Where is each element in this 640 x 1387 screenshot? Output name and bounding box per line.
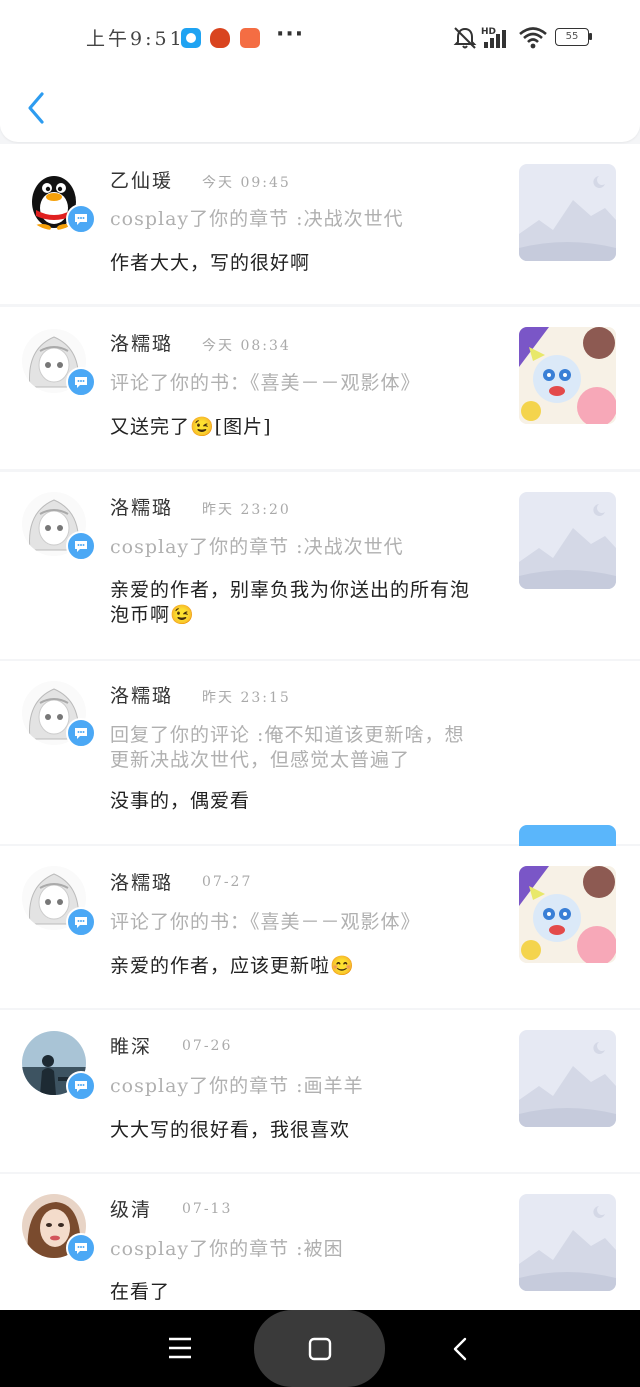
action-text: cosplay了你的章节 :决战次世代 — [110, 208, 404, 230]
list-item[interactable]: 乙仙瑗 今天 09:45 cosplay了你的章节 :决战次世代 作者大大，写的… — [0, 144, 640, 304]
action-text: cosplay了你的章节 :画羊羊 — [110, 1075, 364, 1097]
username[interactable]: 乙仙瑗 — [110, 166, 173, 193]
action-text: 回复了你的评论 :俺不知道该更新啥，想更新决战次世代，但感觉太普遍了 — [110, 724, 465, 771]
comment-badge-icon — [66, 718, 96, 748]
timestamp: 昨天 23:20 — [202, 502, 291, 518]
comment-text: 作者大大，写的很好啊 — [110, 252, 311, 274]
menu-nav-button[interactable] — [167, 1336, 193, 1360]
signal-hd-icon: HD — [481, 27, 506, 48]
comment-text: 亲爱的作者，应该更新啦😊 — [110, 955, 355, 977]
back-button[interactable] — [22, 88, 52, 128]
mountain-placeholder-icon — [519, 504, 616, 589]
comment-text: 亲爱的作者，别辜负我为你送出的所有泡泡币啊😉 — [110, 579, 471, 626]
list-item[interactable]: 洛糯璐 今天 08:34 评论了你的书：《喜美－－观影体》 又送完了😉[图片] — [0, 307, 640, 469]
back-nav-button[interactable] — [451, 1336, 469, 1362]
mountain-placeholder-icon — [519, 1206, 616, 1291]
mountain-placeholder-icon — [519, 1042, 616, 1127]
home-nav-button[interactable] — [254, 1310, 385, 1387]
comment-text: 没事的，偶爱看 — [110, 790, 251, 812]
thumbnail-placeholder[interactable] — [519, 164, 616, 261]
mute-bell-icon — [453, 27, 477, 49]
thumbnail-placeholder[interactable] — [519, 492, 616, 589]
timestamp: 今天 09:45 — [202, 175, 291, 191]
battery-icon: 55 — [555, 28, 592, 46]
list-item[interactable]: 级清 07-13 cosplay了你的章节 :被困 在看了 — [0, 1174, 640, 1310]
timestamp: 07-13 — [182, 1201, 233, 1217]
timestamp: 07-26 — [182, 1038, 233, 1054]
username[interactable]: 洛糯璐 — [110, 493, 173, 520]
username[interactable]: 洛糯璐 — [110, 868, 173, 895]
mountain-placeholder-icon — [519, 176, 616, 261]
comment-badge-icon — [66, 367, 96, 397]
comment-text: 在看了 — [110, 1281, 171, 1303]
cartoon-sheep-thumbnail — [519, 866, 616, 963]
timestamp: 今天 08:34 — [202, 338, 291, 354]
comment-badge-icon — [66, 531, 96, 561]
list-item[interactable]: 洛糯璐 昨天 23:15 回复了你的评论 :俺不知道该更新啥，想更新决战次世代，… — [0, 661, 640, 922]
action-text: cosplay了你的章节 :决战次世代 — [110, 536, 404, 558]
username[interactable]: 睢深 — [110, 1032, 152, 1059]
action-text: cosplay了你的章节 :被困 — [110, 1238, 344, 1260]
thumbnail-placeholder[interactable] — [519, 1030, 616, 1127]
bag-app-icon — [240, 28, 260, 48]
thumbnail-image[interactable] — [519, 327, 616, 424]
qq-app-icon — [181, 28, 201, 48]
thumbnail-placeholder[interactable] — [519, 1194, 616, 1291]
header-card: 上午9:51 ··· HD 55 — [0, 0, 640, 142]
home-square-icon — [308, 1337, 332, 1361]
list-item[interactable]: 洛糯璐 07-27 评论了你的书：《喜美－－观影体》 亲爱的作者，应该更新啦😊 — [0, 846, 640, 1008]
more-notifications-icon: ··· — [276, 22, 305, 47]
battery-level: 55 — [565, 31, 579, 42]
username[interactable]: 洛糯璐 — [110, 681, 173, 708]
cartoon-sheep-thumbnail — [519, 327, 616, 424]
wifi-icon — [519, 27, 547, 49]
system-nav-bar — [0, 1310, 640, 1387]
action-text: 评论了你的书：《喜美－－观影体》 — [110, 911, 421, 933]
list-item[interactable]: 睢深 07-26 cosplay了你的章节 :画羊羊 大大写的很好看，我很喜欢 — [0, 1010, 640, 1172]
action-text: 评论了你的书：《喜美－－观影体》 — [110, 372, 421, 394]
comment-text: 大大写的很好看，我很喜欢 — [110, 1119, 351, 1141]
comment-badge-icon — [66, 1071, 96, 1101]
status-time: 上午9:51 — [86, 28, 185, 50]
username[interactable]: 级清 — [110, 1195, 152, 1222]
svg-text:HD: HD — [481, 27, 496, 37]
comment-badge-icon — [66, 204, 96, 234]
timestamp: 昨天 23:15 — [202, 690, 291, 706]
comment-text: 又送完了😉[图片] — [110, 416, 272, 438]
pot-app-icon — [210, 28, 230, 48]
thumbnail-image[interactable] — [519, 866, 616, 963]
username[interactable]: 洛糯璐 — [110, 329, 173, 356]
timestamp: 07-27 — [202, 874, 253, 890]
comment-badge-icon — [66, 907, 96, 937]
comment-badge-icon — [66, 1233, 96, 1263]
list-item[interactable]: 洛糯璐 昨天 23:20 cosplay了你的章节 :决战次世代 亲爱的作者，别… — [0, 472, 640, 659]
